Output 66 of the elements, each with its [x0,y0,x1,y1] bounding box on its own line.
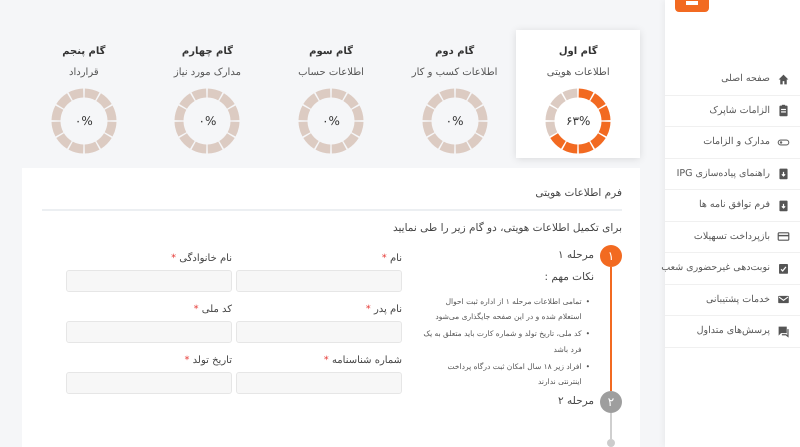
clipboard-download-icon [777,167,790,180]
progress-percent: ۰% [74,113,93,130]
field-label: نام پدر [374,304,402,315]
step-card[interactable]: گام پنجم قرارداد ۰% [22,30,146,158]
input-field[interactable] [66,372,232,394]
step-subtitle: قرارداد [69,66,99,80]
chat-icon [777,324,790,338]
step-card[interactable]: گام اول اطلاعات هویتی ۶۳% [516,30,640,158]
input-field[interactable] [236,372,402,394]
stage-label: مرحله ۱ [557,248,594,263]
sidebar-item[interactable]: صفحه اصلی [665,64,800,96]
sidebar-item[interactable]: خدمات پشتیبانی [665,284,800,316]
required-mark: * [382,253,387,264]
step-title: گام سوم [309,44,353,59]
clipboard-download-icon [777,198,790,212]
stage-label: مرحله ۲ [558,394,594,409]
instruction-text: برای تکمیل اطلاعات هویتی، دو گام زیر را طی نمایید [392,221,622,236]
sidebar-item[interactable]: مدارک و الزامات [665,127,800,158]
step-title: گام دوم [435,44,474,59]
input-field[interactable] [236,321,402,343]
step-card[interactable]: گام چهارم مدارک مورد نیاز ۰% [146,30,270,158]
progress-percent: ۰% [446,113,464,130]
credit-card-icon [777,230,790,244]
sidebar-item[interactable]: الزامات شاپرک [665,96,800,127]
step-subtitle: اطلاعات حساب [298,66,364,80]
progress-percent: ۰% [198,113,216,130]
progress-ring [422,88,488,154]
field-label: کد ملی [202,304,232,315]
timeline-end [607,413,615,447]
progress-ring [298,88,364,154]
form-title: فرم اطلاعات هویتی [42,186,622,212]
progress-ring [50,88,117,154]
home-icon [777,72,790,86]
field-label: شماره شناسنامه [332,355,402,366]
sidebar-item[interactable]: بازپرداخت تسهیلات [665,222,800,253]
required-mark: * [366,304,371,315]
field-label: نام [390,253,402,264]
step-title: گام چهارم [182,44,233,59]
step-subtitle: اطلاعات کسب و کار [412,66,498,80]
step-card[interactable]: گام دوم اطلاعات کسب و کار ۰% [392,30,516,158]
step-title: گام پنجم [62,44,106,59]
sidebar-item[interactable]: فرم توافق نامه ها [665,190,800,222]
required-mark: * [171,253,176,264]
required-mark: * [184,355,190,366]
step-card[interactable]: گام سوم اطلاعات حساب ۰% [269,30,393,158]
checklist-icon [777,262,790,275]
progress-percent: ۰% [322,113,340,130]
clipboard-icon [777,104,790,118]
stage-number: ۲ [600,391,622,413]
notes-title: نکات مهم : [544,270,594,285]
field-label: تاریخ تولد [192,355,232,366]
step-title: گام اول [558,44,598,59]
required-mark: * [324,355,329,366]
sidebar-item[interactable]: راهنمای پیاده‌سازی IPG [665,158,800,190]
progress-percent: ۶۳% [566,113,590,130]
input-field[interactable] [66,321,232,343]
sidebar-item[interactable]: پرسش‌های متداول [665,316,800,348]
required-mark: * [194,304,199,315]
step-subtitle: اطلاعات هویتی [546,66,610,80]
stage-number: ۱ [600,245,622,267]
step-subtitle: مدارک مورد نیاز [174,66,241,80]
input-field[interactable] [66,270,232,292]
progress-ring [174,88,240,154]
field-label: نام خانوادگی [179,253,232,264]
progress-ring [545,88,612,154]
input-field[interactable] [236,270,402,292]
